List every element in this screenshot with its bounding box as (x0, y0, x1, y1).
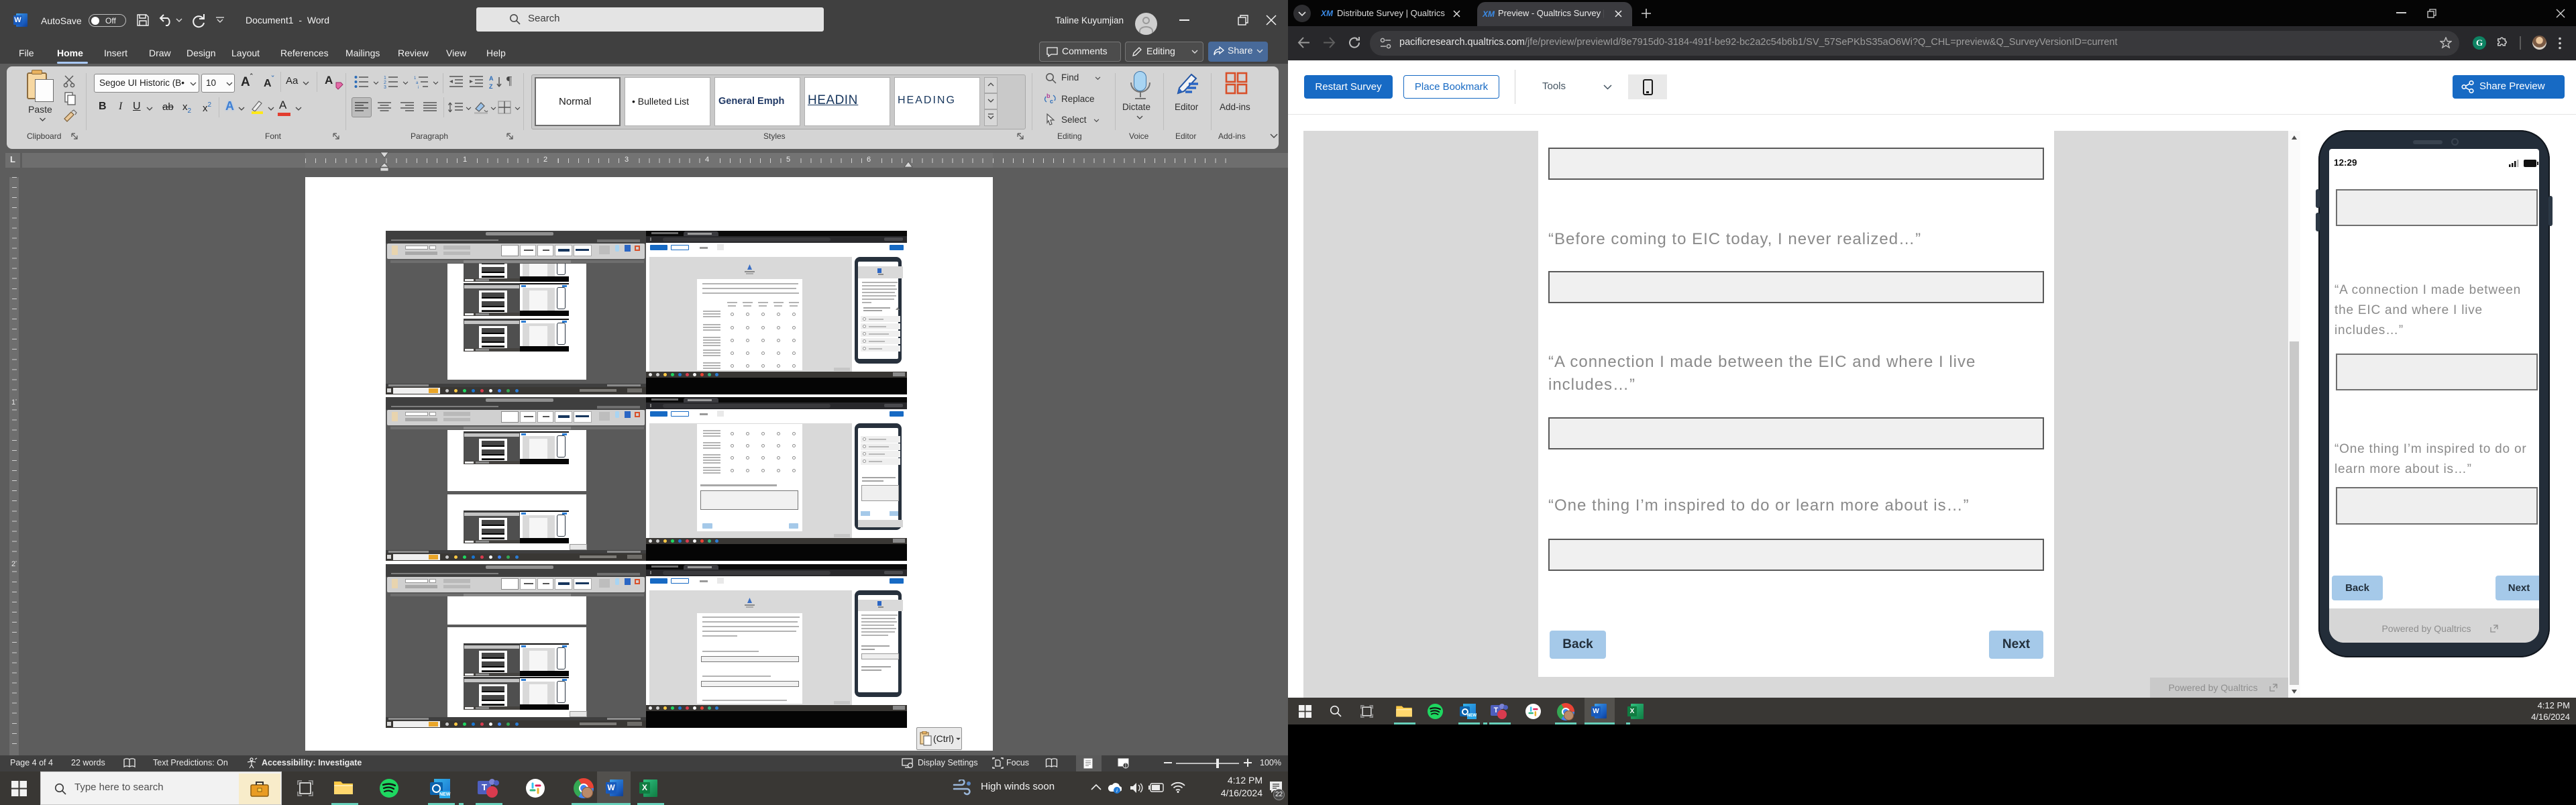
svg-text:3: 3 (384, 85, 386, 89)
svg-text:c: c (1050, 98, 1053, 105)
svg-text:Z: Z (489, 83, 493, 89)
svg-text:XM: XM (1321, 9, 1333, 17)
svg-text:i: i (418, 86, 419, 89)
svg-text:2: 2 (384, 80, 386, 85)
svg-text:1: 1 (384, 76, 386, 80)
svg-text:XM: XM (1483, 9, 1495, 18)
svg-text:A: A (489, 75, 494, 82)
svg-text:1: 1 (414, 76, 417, 80)
svg-text:i: i (1116, 788, 1118, 794)
svg-text:a: a (416, 81, 419, 85)
